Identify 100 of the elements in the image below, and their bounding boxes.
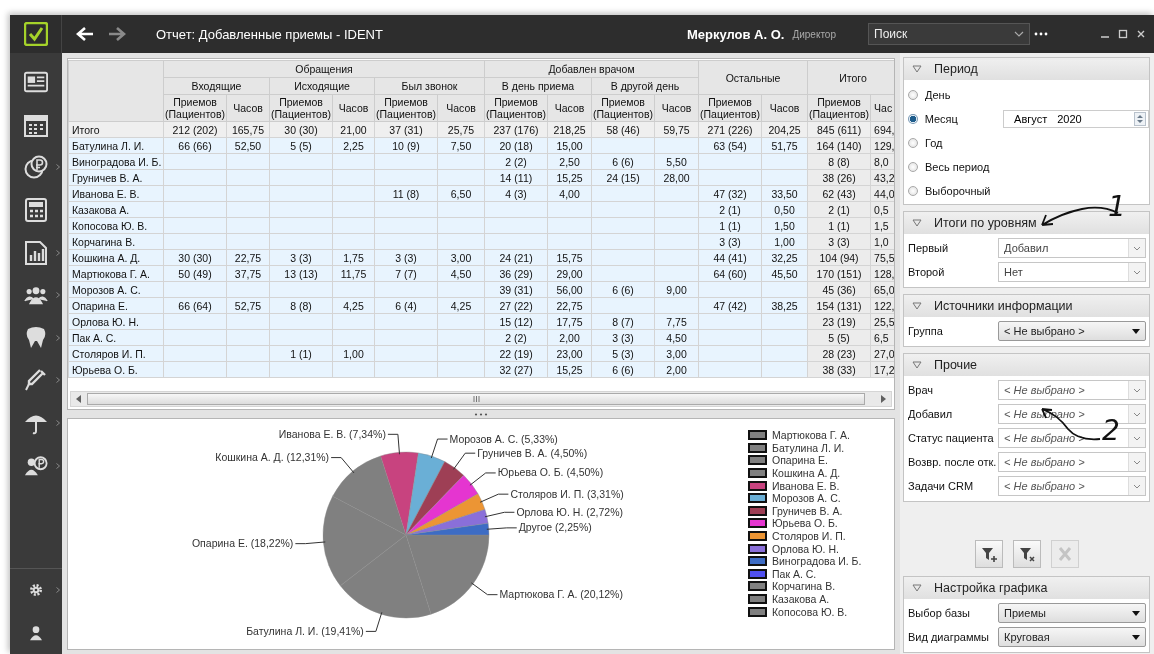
- chevron-right-icon[interactable]: [56, 164, 60, 171]
- legend-label: Столяров И. П.: [772, 530, 846, 543]
- column-group-header: Итого: [807, 60, 894, 95]
- legend-label: Казакова А.: [772, 593, 830, 605]
- slice-label: Кошкина А. Д. (12,31%): [215, 451, 330, 464]
- chevron-right-icon[interactable]: [56, 462, 60, 469]
- section-header[interactable]: Источники информации: [904, 295, 1149, 317]
- radio-button[interactable]: [908, 162, 918, 172]
- radio-button[interactable]: [908, 114, 918, 124]
- maximize-icon[interactable]: [1118, 29, 1128, 39]
- chevron-right-icon[interactable]: [56, 420, 60, 427]
- chevron-right-icon[interactable]: [56, 377, 60, 384]
- section-title: Настройка графика: [934, 581, 1048, 595]
- legend-label: Груничев В. А.: [772, 504, 843, 517]
- dropdown-field[interactable]: Круговая: [998, 627, 1146, 647]
- triangle-down-icon[interactable]: [912, 361, 922, 369]
- id-card-icon[interactable]: [24, 70, 48, 95]
- legend-label: Опарина Е.: [772, 454, 828, 467]
- radio-label[interactable]: Выборочный: [925, 185, 1001, 197]
- chevron-down-icon[interactable]: [1133, 387, 1141, 393]
- spin-arrows-icon[interactable]: [1134, 112, 1146, 126]
- chevron-down-icon[interactable]: [1133, 411, 1141, 417]
- legend-label: Мартюкова Г. А.: [772, 429, 850, 442]
- calendar-icon[interactable]: [24, 112, 48, 137]
- legend-label: Морозов А. С.: [772, 492, 841, 505]
- column-group-header: Обращения: [163, 60, 485, 78]
- dropdown-arrow-icon[interactable]: [1132, 328, 1140, 334]
- radio-label[interactable]: Весь период: [925, 161, 1001, 173]
- chevron-right-icon[interactable]: [56, 587, 60, 594]
- chevron-right-icon[interactable]: [56, 292, 60, 299]
- slice-label: Столяров И. П. (3,31%): [510, 487, 624, 500]
- legend-label: Батулина Л. И.: [772, 441, 845, 454]
- remove-filter-button[interactable]: [1012, 540, 1041, 568]
- dropdown-arrow-icon[interactable]: [1132, 634, 1140, 640]
- section-header[interactable]: Прочие: [904, 354, 1149, 376]
- horizontal-scrollbar[interactable]: [70, 391, 892, 407]
- month-spin-field[interactable]: Август 2020: [1003, 110, 1149, 128]
- x-icon: [1056, 546, 1073, 562]
- field-label: Первый: [908, 242, 950, 254]
- dropdown-field[interactable]: Нет: [998, 262, 1146, 282]
- chevron-right-icon[interactable]: [56, 334, 60, 341]
- dropdown-field[interactable]: < Не выбрано >: [998, 476, 1146, 496]
- dropdown-field[interactable]: < Не выбрано >: [998, 321, 1146, 341]
- syringe-icon[interactable]: [24, 368, 48, 393]
- user-icon[interactable]: [28, 624, 44, 641]
- close-icon[interactable]: [1136, 29, 1146, 39]
- dropdown-field[interactable]: Добавил: [998, 238, 1146, 258]
- search-field[interactable]: Поиск: [868, 23, 1030, 45]
- calculator-icon[interactable]: [24, 198, 48, 223]
- radio-button[interactable]: [908, 138, 918, 148]
- splitter-grip-icon[interactable]: [474, 412, 488, 416]
- coin-icon[interactable]: [24, 155, 48, 180]
- legend-label: Иванова Е. В.: [772, 479, 840, 492]
- triangle-down-icon[interactable]: [912, 584, 922, 592]
- scroll-left-icon[interactable]: [76, 395, 82, 403]
- chevron-down-icon[interactable]: [1133, 269, 1141, 275]
- radio-label[interactable]: Месяц: [924, 113, 999, 125]
- leader-line: [470, 582, 498, 596]
- leader-line: [469, 472, 497, 486]
- legend-label: Копосова Ю. В.: [772, 605, 848, 618]
- leader-line: [486, 527, 518, 530]
- dropdown-field[interactable]: < Не выбрано >: [998, 380, 1146, 400]
- radio-button[interactable]: [908, 90, 918, 100]
- triangle-down-icon[interactable]: [912, 65, 922, 73]
- section-title: Источники информации: [934, 299, 1073, 313]
- add-filter-button[interactable]: [974, 540, 1003, 568]
- field-label: Выбор базы: [908, 607, 971, 619]
- report-chart-icon[interactable]: [24, 240, 48, 265]
- chevron-down-icon[interactable]: [1133, 459, 1141, 465]
- dropdown-field[interactable]: < Не выбрано >: [998, 452, 1146, 472]
- leader-line: [430, 438, 449, 459]
- radio-label[interactable]: Год: [925, 137, 1001, 149]
- dropdown-field[interactable]: Приемы: [998, 603, 1146, 623]
- triangle-down-icon[interactable]: [912, 219, 922, 227]
- section-title: Период: [934, 62, 978, 76]
- chevron-down-icon[interactable]: [1014, 31, 1024, 37]
- slice-label: Груничев В. А. (4,50%): [477, 446, 588, 459]
- radio-button[interactable]: [908, 186, 918, 196]
- chevron-right-icon[interactable]: [56, 249, 60, 256]
- more-icon[interactable]: [1034, 32, 1048, 36]
- section-header[interactable]: Настройка графика: [904, 577, 1149, 599]
- section-title: Прочие: [934, 358, 978, 372]
- chevron-down-icon[interactable]: [1133, 483, 1141, 489]
- person-coin-icon[interactable]: [24, 453, 48, 478]
- dropdown-arrow-icon[interactable]: [1132, 610, 1140, 616]
- chevron-down-icon[interactable]: [1133, 245, 1141, 251]
- forward-arrow-icon[interactable]: [108, 26, 126, 42]
- app-logo: [23, 22, 48, 46]
- triangle-down-icon[interactable]: [912, 302, 922, 310]
- section-header[interactable]: Период: [904, 58, 1149, 80]
- tooth-icon[interactable]: [24, 325, 48, 350]
- chevron-down-icon[interactable]: [1133, 435, 1141, 441]
- radio-label[interactable]: День: [925, 89, 1001, 101]
- settings-icon[interactable]: [28, 582, 44, 599]
- back-arrow-icon[interactable]: [76, 26, 94, 42]
- scrollbar-thumb[interactable]: [87, 393, 865, 405]
- slice-label: Опарина Е. (18,22%): [191, 537, 294, 550]
- scroll-right-icon[interactable]: [880, 395, 886, 403]
- funnel-x-icon: [1018, 546, 1035, 562]
- legend-label: Кошкина А. Д.: [772, 467, 841, 480]
